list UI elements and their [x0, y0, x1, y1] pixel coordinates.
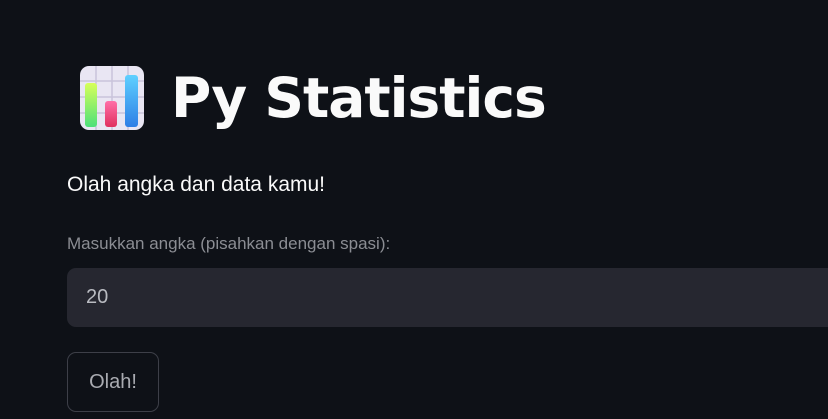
- app-page: Py Statistics Olah angka dan data kamu! …: [0, 0, 828, 419]
- numbers-input-label: Masukkan angka (pisahkan dengan spasi):: [67, 234, 391, 253]
- numbers-input[interactable]: [67, 268, 828, 327]
- process-button[interactable]: Olah!: [67, 352, 159, 412]
- page-header: Py Statistics: [79, 62, 547, 134]
- page-title: Py Statistics: [171, 66, 547, 130]
- page-subtitle: Olah angka dan data kamu!: [67, 173, 326, 196]
- bar-chart-emoji-icon: [80, 66, 144, 130]
